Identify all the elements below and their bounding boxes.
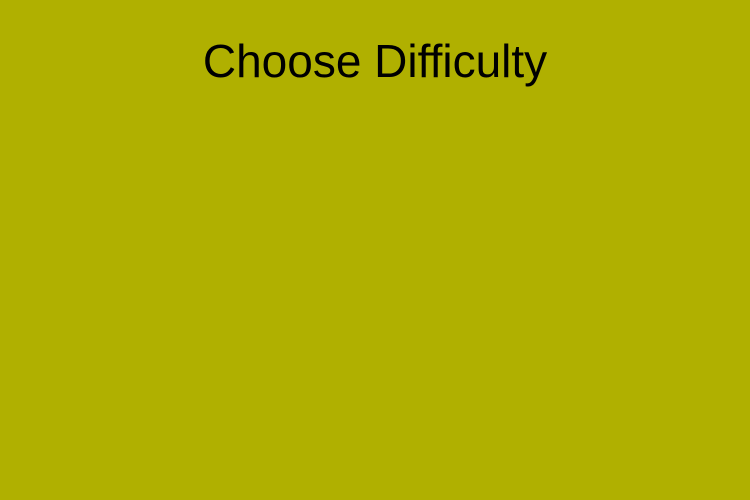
- screen-title: Choose Difficulty: [202, 35, 548, 87]
- difficulty-screen: Choose Difficulty: [0, 0, 750, 500]
